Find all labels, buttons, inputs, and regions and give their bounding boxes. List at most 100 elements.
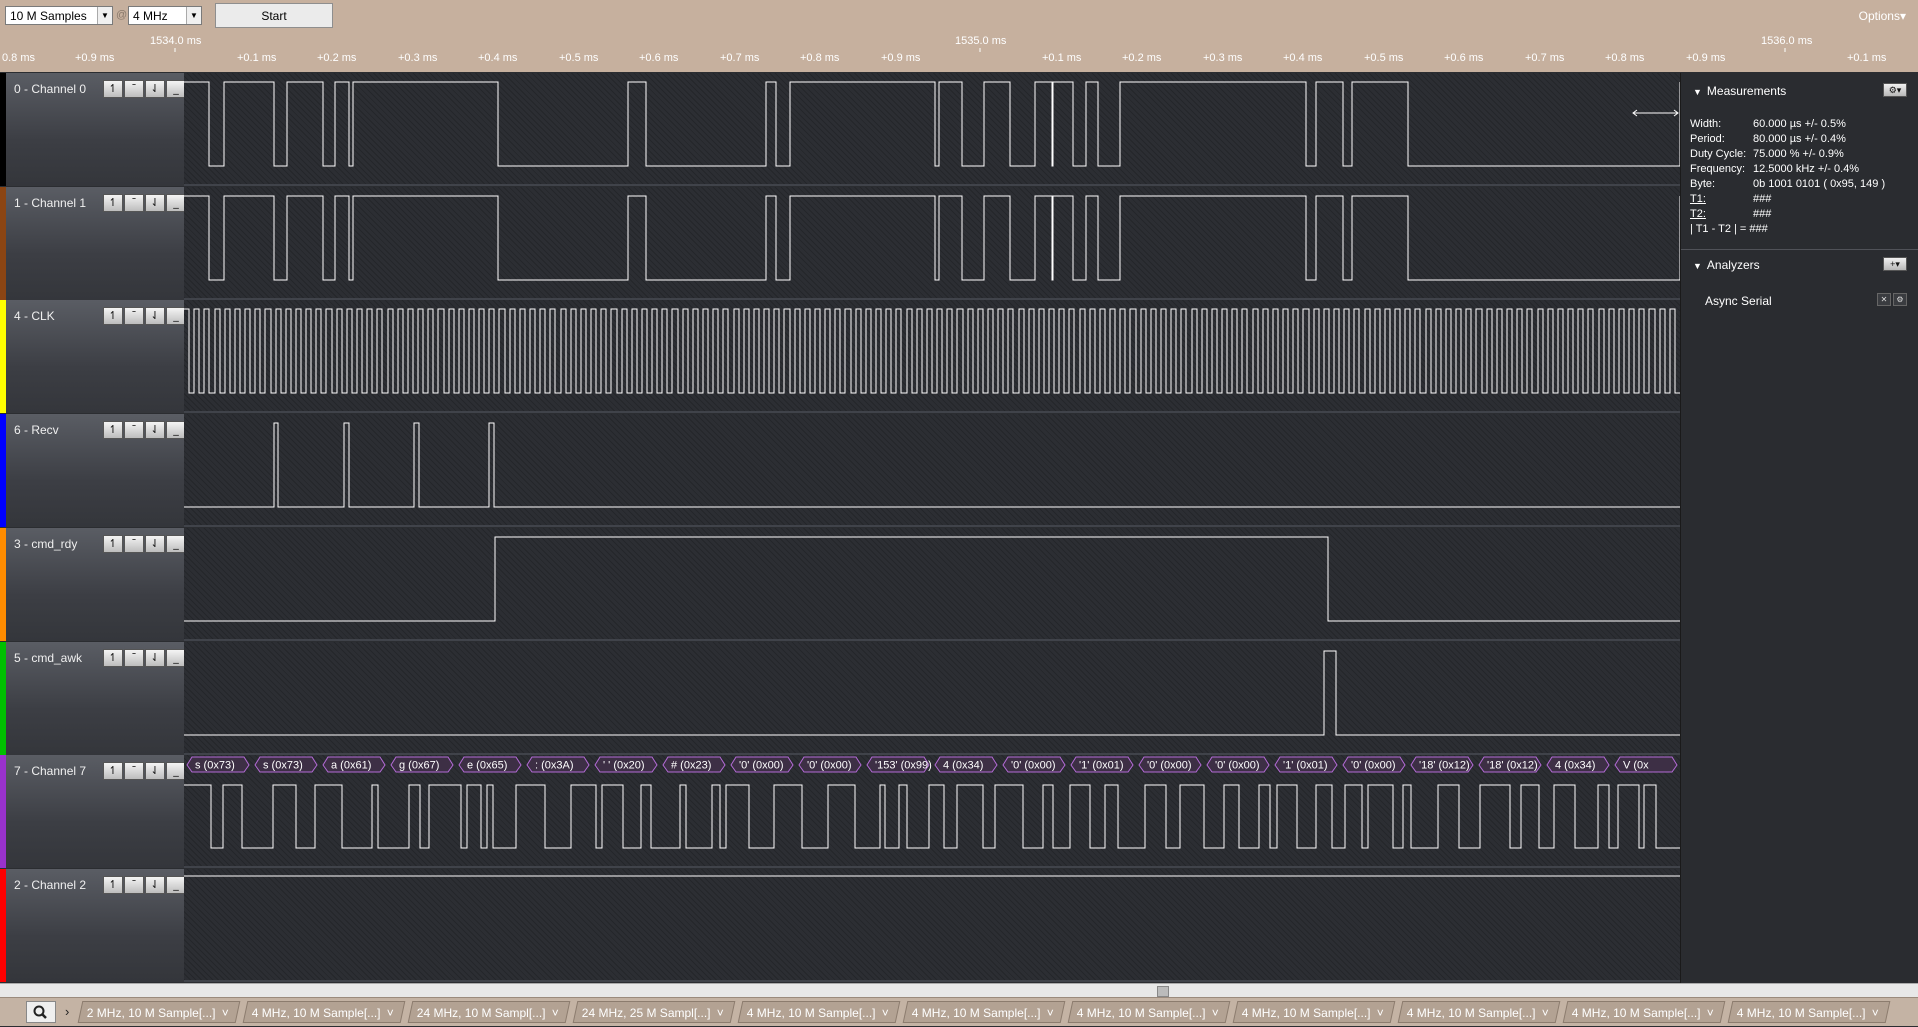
low-level-icon[interactable]: _ (166, 535, 186, 553)
chevron-down-icon[interactable]: ˅ (552, 1006, 559, 1020)
chevron-down-icon[interactable]: ˅ (1047, 1006, 1054, 1020)
high-level-icon[interactable]: ¯ (124, 535, 144, 553)
analyzers-header[interactable]: ▼ Analyzers (1693, 258, 1760, 272)
low-level-icon[interactable]: _ (166, 762, 186, 780)
measurement-key[interactable]: T1: (1690, 193, 1753, 205)
scrollbar-thumb[interactable] (1157, 986, 1169, 997)
decoded-byte[interactable]: '153' (0x99) (866, 756, 932, 773)
decoded-byte[interactable]: V (0x (1614, 756, 1678, 773)
waveform-trace[interactable] (184, 300, 1680, 413)
chevron-down-icon[interactable]: ˅ (882, 1006, 889, 1020)
analyzer-gear-icon[interactable]: ⚙ (1893, 293, 1907, 306)
falling-edge-icon[interactable]: ⇃ (145, 80, 165, 98)
chevron-down-icon[interactable]: ˅ (717, 1006, 724, 1020)
capture-tab[interactable]: 4 MHz, 10 M Sample[...] ˅ (1727, 1001, 1891, 1023)
rising-edge-icon[interactable]: ↿ (103, 194, 123, 212)
samples-select[interactable]: 10 M Samples ▼ (5, 6, 113, 25)
measurements-settings-button[interactable]: ⚙▾ (1883, 83, 1907, 97)
low-level-icon[interactable]: _ (166, 307, 186, 325)
horizontal-scrollbar[interactable] (0, 983, 1918, 997)
rising-edge-icon[interactable]: ↿ (103, 307, 123, 325)
chevron-down-icon[interactable]: ˅ (1377, 1006, 1384, 1020)
high-level-icon[interactable]: ¯ (124, 421, 144, 439)
channel-name[interactable]: 4 - CLK (14, 309, 55, 323)
low-level-icon[interactable]: _ (166, 421, 186, 439)
channel-name[interactable]: 6 - Recv (14, 423, 59, 437)
high-level-icon[interactable]: ¯ (124, 762, 144, 780)
high-level-icon[interactable]: ¯ (124, 194, 144, 212)
measurements-header[interactable]: ▼ Measurements (1693, 84, 1786, 98)
rising-edge-icon[interactable]: ↿ (103, 649, 123, 667)
decoded-byte[interactable]: ' ' (0x20) (594, 756, 658, 773)
chevron-down-icon[interactable]: ˅ (1212, 1006, 1219, 1020)
falling-edge-icon[interactable]: ⇃ (145, 649, 165, 667)
decoded-byte[interactable]: '0' (0x00) (1002, 756, 1066, 773)
channel-name[interactable]: 7 - Channel 7 (14, 764, 86, 778)
rising-edge-icon[interactable]: ↿ (103, 762, 123, 780)
low-level-icon[interactable]: _ (166, 194, 186, 212)
channel-name[interactable]: 2 - Channel 2 (14, 878, 86, 892)
falling-edge-icon[interactable]: ⇃ (145, 762, 165, 780)
channel-header[interactable]: 3 - cmd_rdy ↿ ¯ ⇃ _ (0, 528, 186, 641)
channel-header[interactable]: 6 - Recv ↿ ¯ ⇃ _ (0, 414, 186, 527)
low-level-icon[interactable]: _ (166, 876, 186, 894)
decoded-byte[interactable]: e (0x65) (458, 756, 522, 773)
decoded-byte[interactable]: g (0x67) (390, 756, 454, 773)
high-level-icon[interactable]: ¯ (124, 80, 144, 98)
decoded-byte[interactable]: '0' (0x00) (1206, 756, 1270, 773)
capture-tab[interactable]: 4 MHz, 10 M Sample[...] ˅ (1067, 1001, 1231, 1023)
decoded-byte[interactable]: a (0x61) (322, 756, 386, 773)
falling-edge-icon[interactable]: ⇃ (145, 194, 165, 212)
high-level-icon[interactable]: ¯ (124, 649, 144, 667)
waveform-trace[interactable] (184, 528, 1680, 641)
chevron-down-icon[interactable]: ˅ (387, 1006, 394, 1020)
decoded-byte[interactable]: '0' (0x00) (1342, 756, 1406, 773)
falling-edge-icon[interactable]: ⇃ (145, 421, 165, 439)
channel-header[interactable]: 1 - Channel 1 ↿ ¯ ⇃ _ (0, 187, 186, 300)
decoded-byte[interactable]: # (0x23) (662, 756, 726, 773)
falling-edge-icon[interactable]: ⇃ (145, 307, 165, 325)
chevron-down-icon[interactable]: ˅ (222, 1006, 229, 1020)
capture-tab[interactable]: 4 MHz, 10 M Sample[...] ˅ (1562, 1001, 1726, 1023)
chevron-down-icon[interactable]: ˅ (1542, 1006, 1549, 1020)
channel-header[interactable]: 2 - Channel 2 ↿ ¯ ⇃ _ (0, 869, 186, 982)
rate-select[interactable]: 4 MHz ▼ (128, 6, 202, 25)
channel-header[interactable]: 4 - CLK ↿ ¯ ⇃ _ (0, 300, 186, 413)
decoded-byte[interactable]: : (0x3A) (526, 756, 590, 773)
capture-tab[interactable]: 4 MHz, 10 M Sample[...] ˅ (737, 1001, 901, 1023)
decoded-byte[interactable]: s (0x73) (186, 756, 250, 773)
analyzer-item[interactable]: Async Serial (1705, 294, 1772, 308)
decoded-byte[interactable]: '1' (0x01) (1070, 756, 1134, 773)
rising-edge-icon[interactable]: ↿ (103, 80, 123, 98)
channel-name[interactable]: 1 - Channel 1 (14, 196, 86, 210)
add-analyzer-button[interactable]: +▾ (1883, 257, 1907, 271)
low-level-icon[interactable]: _ (166, 80, 186, 98)
time-ruler[interactable]: 1534.0 ms 1535.0 ms 1536.0 ms 0.8 ms +0.… (0, 32, 1918, 72)
chevron-down-icon[interactable]: ˅ (1872, 1006, 1879, 1020)
tab-scroll-right-icon[interactable]: › (65, 1004, 69, 1019)
capture-tab[interactable]: 4 MHz, 10 M Sample[...] ˅ (242, 1001, 406, 1023)
chevron-down-icon[interactable]: ˅ (1707, 1006, 1714, 1020)
decoded-byte[interactable]: 4 (0x34) (1546, 756, 1610, 773)
waveform-trace[interactable] (184, 187, 1680, 300)
falling-edge-icon[interactable]: ⇃ (145, 876, 165, 894)
decoded-byte[interactable]: 4 (0x34) (934, 756, 998, 773)
search-tab[interactable] (26, 1001, 56, 1023)
decoded-byte[interactable]: '18' (0x12) (1410, 756, 1474, 773)
low-level-icon[interactable]: _ (166, 649, 186, 667)
channel-name[interactable]: 3 - cmd_rdy (14, 537, 77, 551)
waveform-trace[interactable] (184, 869, 1680, 982)
rising-edge-icon[interactable]: ↿ (103, 421, 123, 439)
channel-name[interactable]: 0 - Channel 0 (14, 82, 86, 96)
capture-tab[interactable]: 24 MHz, 10 M Sampl[...] ˅ (407, 1001, 571, 1023)
waveform-trace[interactable] (184, 73, 1680, 186)
waveform-trace[interactable] (184, 642, 1680, 755)
rising-edge-icon[interactable]: ↿ (103, 535, 123, 553)
decoded-byte[interactable]: '0' (0x00) (798, 756, 862, 773)
channel-name[interactable]: 5 - cmd_awk (14, 651, 82, 665)
decoded-byte[interactable]: '0' (0x00) (1138, 756, 1202, 773)
decoded-byte[interactable]: '0' (0x00) (730, 756, 794, 773)
capture-tab[interactable]: 2 MHz, 10 M Sample[...] ˅ (77, 1001, 241, 1023)
capture-tab[interactable]: 4 MHz, 10 M Sample[...] ˅ (1232, 1001, 1396, 1023)
channel-header[interactable]: 5 - cmd_awk ↿ ¯ ⇃ _ (0, 642, 186, 755)
